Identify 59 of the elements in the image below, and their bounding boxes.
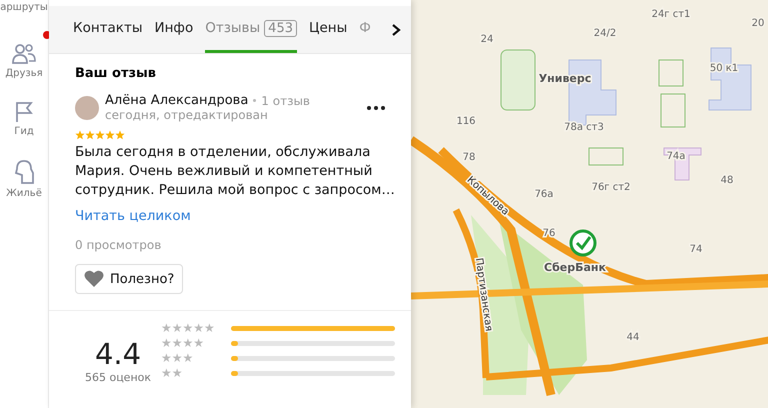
tab[interactable]: Цены	[309, 6, 348, 53]
map-label: 76г ст2	[592, 182, 630, 193]
nav-label[interactable]: аршруты	[0, 2, 48, 13]
map-label: Универс	[538, 72, 592, 85]
flag-icon[interactable]	[14, 101, 34, 123]
tab[interactable]: Инфо	[154, 6, 194, 53]
map-label: 116	[456, 116, 476, 127]
more-icon[interactable]	[367, 106, 385, 110]
star-label: ★★★	[161, 353, 194, 364]
star-label: ★★★★★	[161, 323, 215, 334]
map-label: 44	[626, 332, 640, 343]
section-title: Ваш отзыв	[75, 66, 156, 81]
map-label: 74а	[666, 151, 686, 162]
chevron-right-icon[interactable]	[391, 22, 401, 36]
star-label: ★★★★	[161, 338, 204, 349]
map-label: Партизанская	[472, 257, 494, 332]
building-area	[664, 148, 702, 180]
rating-count: 565 оценок	[84, 371, 152, 384]
review-text: Была сегодня в отделении, обслуживала Мария. Очень вежливый и компетентный сотрудник. Решила мой вопрос с запросом…	[75, 143, 395, 200]
tab[interactable]: Ф	[359, 6, 371, 53]
author-name[interactable]: Алёна Александрова	[105, 93, 248, 108]
tab[interactable]: Контакты	[73, 6, 142, 53]
building-area	[708, 48, 752, 110]
star-label: ★★	[161, 368, 183, 379]
star-icon	[105, 130, 115, 140]
map-label: 76а	[534, 189, 554, 200]
park-area	[660, 94, 686, 128]
separator-dot	[253, 99, 256, 102]
park-area	[658, 60, 684, 86]
nav-label[interactable]: Жильё	[6, 188, 42, 199]
map-label: 48	[720, 175, 734, 186]
map-label: 78а ст3	[564, 122, 604, 133]
stadium-area	[500, 50, 536, 110]
park-area	[588, 148, 624, 166]
bank-logo-icon	[570, 230, 596, 256]
map-label: 24	[480, 34, 494, 45]
map-label: 20	[752, 18, 764, 29]
nav-label[interactable]: Друзья	[5, 68, 43, 79]
map-label: 50 к1	[710, 63, 738, 74]
review-count: 1 отзыв	[261, 94, 310, 108]
map-label: 24г ст1	[652, 9, 690, 20]
house-icon[interactable]	[13, 159, 35, 185]
heart-icon	[84, 270, 104, 288]
avatar	[75, 96, 99, 120]
map-label: 74	[690, 244, 702, 255]
tab[interactable]: Отзывы 453	[205, 6, 297, 53]
rating-value: 4.4	[94, 337, 142, 371]
useful-button[interactable]: Полезно?	[75, 264, 184, 294]
map-label: 78	[462, 152, 476, 163]
star-icon	[75, 130, 85, 140]
people-icon[interactable]	[12, 43, 36, 65]
read-more-link[interactable]: Читать целиком	[75, 208, 191, 224]
map-label: 24/2	[594, 28, 616, 39]
nav-label[interactable]: Гид	[14, 126, 34, 137]
review-date: сегодня, отредактирован	[105, 108, 269, 122]
star-icon	[95, 130, 105, 140]
star-icon	[115, 130, 125, 140]
star-icon	[85, 130, 95, 140]
view-count: 0 просмотров	[75, 238, 162, 252]
